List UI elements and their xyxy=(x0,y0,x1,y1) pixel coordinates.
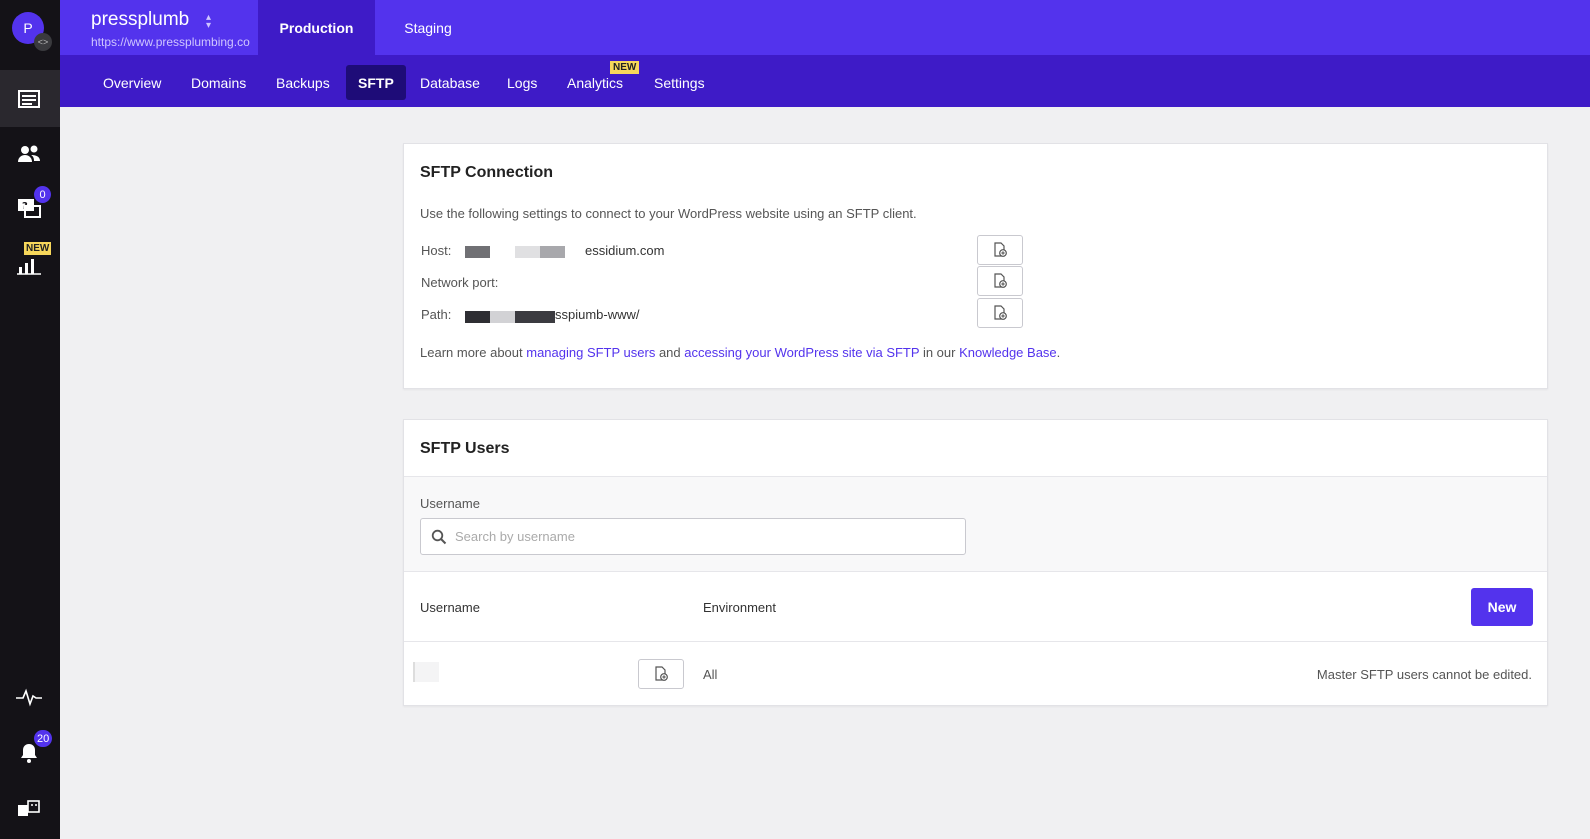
nav-database[interactable]: Database xyxy=(408,65,492,100)
copy-icon xyxy=(994,305,1007,320)
nav-backups[interactable]: Backups xyxy=(264,65,342,100)
path-label: Path: xyxy=(421,307,452,322)
learn-and: and xyxy=(655,345,685,360)
row-environment: All xyxy=(703,667,718,682)
notifications-count-badge: 20 xyxy=(34,730,53,747)
redacted-block xyxy=(515,246,540,258)
row-note: Master SFTP users cannot be edited. xyxy=(1316,667,1532,682)
path-value: sspiumb-www/ xyxy=(555,307,640,322)
tab-staging[interactable]: Staging xyxy=(388,0,468,55)
link-managing-sftp-users[interactable]: managing SFTP users xyxy=(526,345,655,360)
analytics-new-badge-nav: NEW xyxy=(610,61,640,74)
card-title: SFTP Connection xyxy=(420,164,554,181)
activity-icon[interactable] xyxy=(15,683,43,711)
learn-period: . xyxy=(1056,345,1061,360)
copy-path-button[interactable] xyxy=(977,298,1023,328)
support-count-badge: 0 xyxy=(34,186,51,203)
left-rail: P <> ? 0 NEW 20 xyxy=(0,0,60,839)
feedback-icon[interactable] xyxy=(15,795,43,823)
users-filter: Username xyxy=(404,476,1547,572)
tab-production[interactable]: Production xyxy=(258,0,375,55)
analytics-new-badge: NEW xyxy=(24,242,52,255)
username-filter-label: Username xyxy=(420,496,480,511)
nav-domains[interactable]: Domains xyxy=(179,65,258,100)
link-accessing-sftp[interactable]: accessing your WordPress site via SFTP xyxy=(684,345,919,360)
site-name[interactable]: pressplumb xyxy=(91,9,189,31)
sites-icon[interactable] xyxy=(15,85,43,113)
copy-icon xyxy=(994,273,1007,288)
copy-icon xyxy=(655,666,668,681)
site-switcher-icon[interactable]: ▴ ▾ xyxy=(206,13,211,31)
search-input[interactable] xyxy=(455,529,945,544)
nav-sftp[interactable]: SFTP xyxy=(346,65,406,100)
code-icon: <> xyxy=(34,33,52,51)
copy-username-button[interactable] xyxy=(638,659,684,689)
username-search[interactable] xyxy=(420,518,966,555)
sftp-connection-card: SFTP Connection Use the following settin… xyxy=(403,143,1548,389)
nav-overview[interactable]: Overview xyxy=(91,65,173,100)
new-user-button[interactable]: New xyxy=(1471,588,1533,626)
redacted-block xyxy=(540,246,565,258)
nav-logs[interactable]: Logs xyxy=(495,65,549,100)
learn-in-our: in our xyxy=(919,345,960,360)
redacted-block xyxy=(515,311,555,323)
redacted-block xyxy=(465,311,490,323)
redacted-block xyxy=(490,311,515,323)
copy-icon xyxy=(994,242,1007,257)
col-username: Username xyxy=(420,600,480,615)
redacted-block xyxy=(465,246,490,258)
redacted-username xyxy=(413,662,439,682)
link-knowledge-base[interactable]: Knowledge Base xyxy=(959,345,1057,360)
environment-bar: pressplumb ▴ ▾ https://www.pressplumbing.… xyxy=(60,0,1590,55)
connection-description: Use the following settings to connect to… xyxy=(420,206,917,221)
host-label: Host: xyxy=(421,243,452,258)
nav-settings[interactable]: Settings xyxy=(642,65,717,100)
card-title: SFTP Users xyxy=(420,440,510,457)
col-environment: Environment xyxy=(703,600,776,615)
copy-host-button[interactable] xyxy=(977,235,1023,265)
learn-prefix: Learn more about xyxy=(420,345,527,360)
row-divider xyxy=(404,641,1547,642)
host-value: essidium.com xyxy=(585,243,665,258)
search-icon xyxy=(431,529,447,544)
sftp-users-card: SFTP Users Username Username Environment… xyxy=(403,419,1548,706)
users-icon[interactable] xyxy=(15,140,43,168)
port-label: Network port: xyxy=(421,275,499,290)
site-subnav: Overview Domains Backups SFTP Database L… xyxy=(60,55,1590,107)
learn-more-text: Learn more about managing SFTP users and… xyxy=(420,345,1060,360)
site-url[interactable]: https://www.pressplumbing.co xyxy=(91,35,250,49)
copy-port-button[interactable] xyxy=(977,266,1023,296)
